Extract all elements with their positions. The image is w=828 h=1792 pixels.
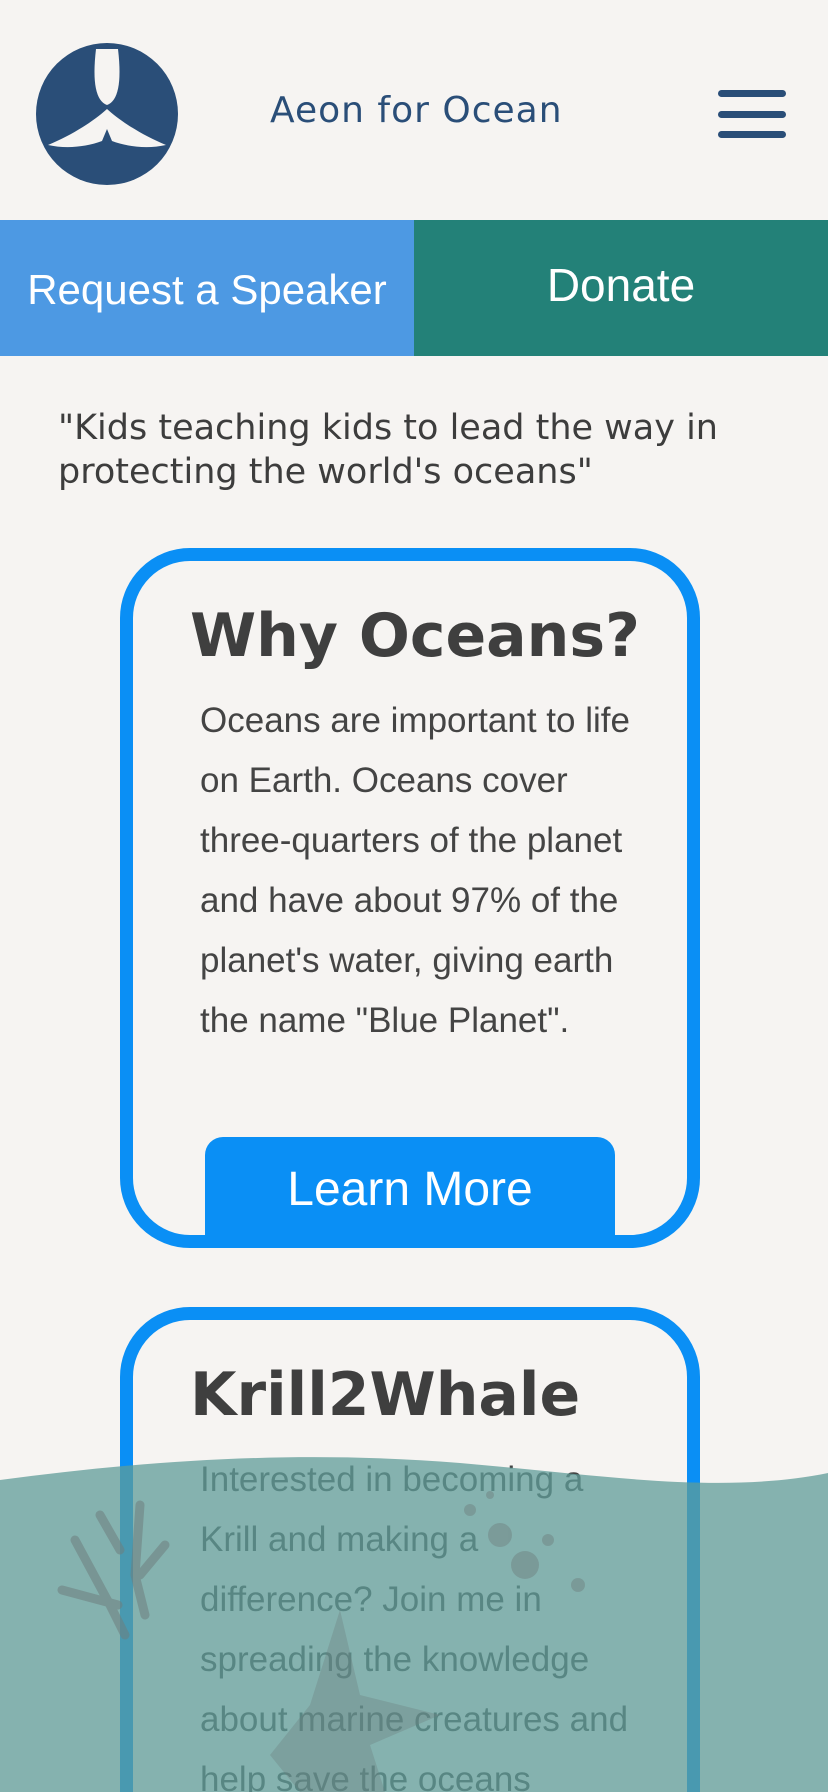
whale-tail-icon bbox=[36, 43, 178, 185]
why-oceans-card: Why Oceans? Oceans are important to life… bbox=[120, 548, 700, 1248]
request-speaker-button[interactable]: Request a Speaker bbox=[0, 220, 414, 356]
site-title: Aeon for Ocean bbox=[270, 90, 563, 131]
menu-bar bbox=[718, 90, 786, 97]
learn-more-button[interactable]: Learn More bbox=[205, 1137, 615, 1235]
logo-link[interactable] bbox=[36, 43, 178, 185]
donate-button[interactable]: Donate bbox=[414, 220, 828, 356]
card-title: Why Oceans? bbox=[190, 601, 640, 671]
site-header: Aeon for Ocean bbox=[0, 0, 828, 220]
cta-bar: Request a Speaker Donate bbox=[0, 220, 828, 356]
card-text: Interested in becoming a Krill and makin… bbox=[200, 1460, 629, 1792]
tagline-quote: "Kids teaching kids to lead the way in p… bbox=[58, 408, 718, 492]
menu-bar bbox=[718, 131, 786, 138]
hamburger-menu-icon[interactable] bbox=[718, 90, 786, 138]
card-text: Oceans are important to life on Earth. O… bbox=[200, 701, 630, 1040]
menu-bar bbox=[718, 111, 786, 118]
card-title: Krill2Whale bbox=[190, 1360, 581, 1430]
krill2whale-card: Krill2Whale Interested in becoming a Kri… bbox=[120, 1307, 700, 1792]
page: Aeon for Ocean Request a Speaker Donate … bbox=[0, 0, 828, 1792]
